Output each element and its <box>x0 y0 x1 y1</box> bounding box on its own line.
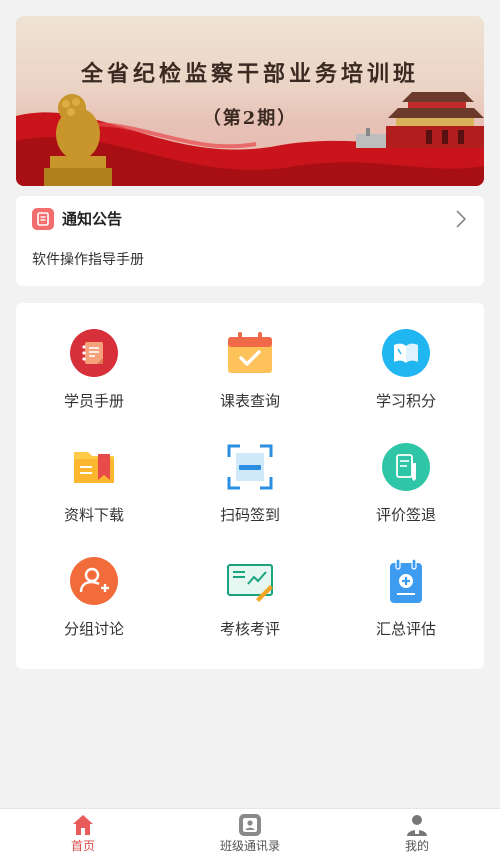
menu-item-label: 汇总评估 <box>375 620 436 638</box>
tab-label: 班级通讯录 <box>219 839 280 853</box>
book-icon <box>382 329 430 377</box>
menu-item-assessment[interactable]: 考核考评 <box>172 531 328 645</box>
banner-illustration <box>16 92 484 186</box>
menu-item-downloads[interactable]: 资料下载 <box>16 417 172 531</box>
notice-title: 通知公告 <box>62 210 123 228</box>
menu-item-evaluate-checkout[interactable]: 评价签退 <box>328 417 484 531</box>
evaluate-icon <box>382 443 430 491</box>
menu-item-points[interactable]: 学习积分 <box>328 303 484 417</box>
bottom-tab-bar: 首页 班级通讯录 我的 <box>0 808 500 857</box>
tab-me[interactable]: 我的 <box>334 809 500 857</box>
menu-item-label: 资料下载 <box>63 506 124 524</box>
banner-subtitle: （第2期） <box>202 108 298 129</box>
banner-carousel[interactable]: 全省纪检监察干部业务培训班 （第2期） <box>16 16 484 186</box>
notice-icon <box>32 208 54 230</box>
menu-item-label: 学习积分 <box>375 392 436 410</box>
tab-label: 首页 <box>70 839 95 853</box>
assessment-icon <box>227 564 273 602</box>
banner-title: 全省纪检监察干部业务培训班 <box>80 61 419 87</box>
menu-item-label: 分组讨论 <box>63 620 124 638</box>
contacts-icon <box>239 814 261 836</box>
tab-label: 我的 <box>404 839 429 853</box>
menu-item-label: 课表查询 <box>219 392 280 410</box>
notice-item-link[interactable]: 软件操作指导手册 <box>32 250 144 270</box>
menu-item-label: 评价签退 <box>375 506 436 524</box>
home-icon <box>73 815 93 835</box>
menu-item-label: 考核考评 <box>219 620 280 638</box>
menu-item-summary[interactable]: 汇总评估 <box>328 531 484 645</box>
clipboard-icon <box>390 558 422 603</box>
add-user-icon <box>70 557 118 605</box>
notice-panel: 通知公告 软件操作指导手册 <box>16 196 484 286</box>
calendar-check-icon <box>228 332 272 373</box>
menu-item-schedule[interactable]: 课表查询 <box>172 303 328 417</box>
menu-item-handbook[interactable]: 学员手册 <box>16 303 172 417</box>
menu-item-label: 扫码签到 <box>219 506 280 524</box>
feature-grid: 学员手册 课表查询 学习积分 资料下载 扫码签到 评价签退 分组讨论 考核考评 … <box>16 303 484 669</box>
chevron-right-icon[interactable] <box>456 210 467 232</box>
menu-item-label: 学员手册 <box>63 392 124 410</box>
handbook-icon <box>70 329 118 377</box>
tab-home[interactable]: 首页 <box>0 809 166 857</box>
tab-contacts[interactable]: 班级通讯录 <box>167 809 333 857</box>
menu-item-scan-checkin[interactable]: 扫码签到 <box>172 417 328 531</box>
user-icon <box>407 815 427 836</box>
folder-icon <box>74 452 114 483</box>
menu-item-group-discussion[interactable]: 分组讨论 <box>16 531 172 645</box>
scan-icon <box>227 444 273 490</box>
